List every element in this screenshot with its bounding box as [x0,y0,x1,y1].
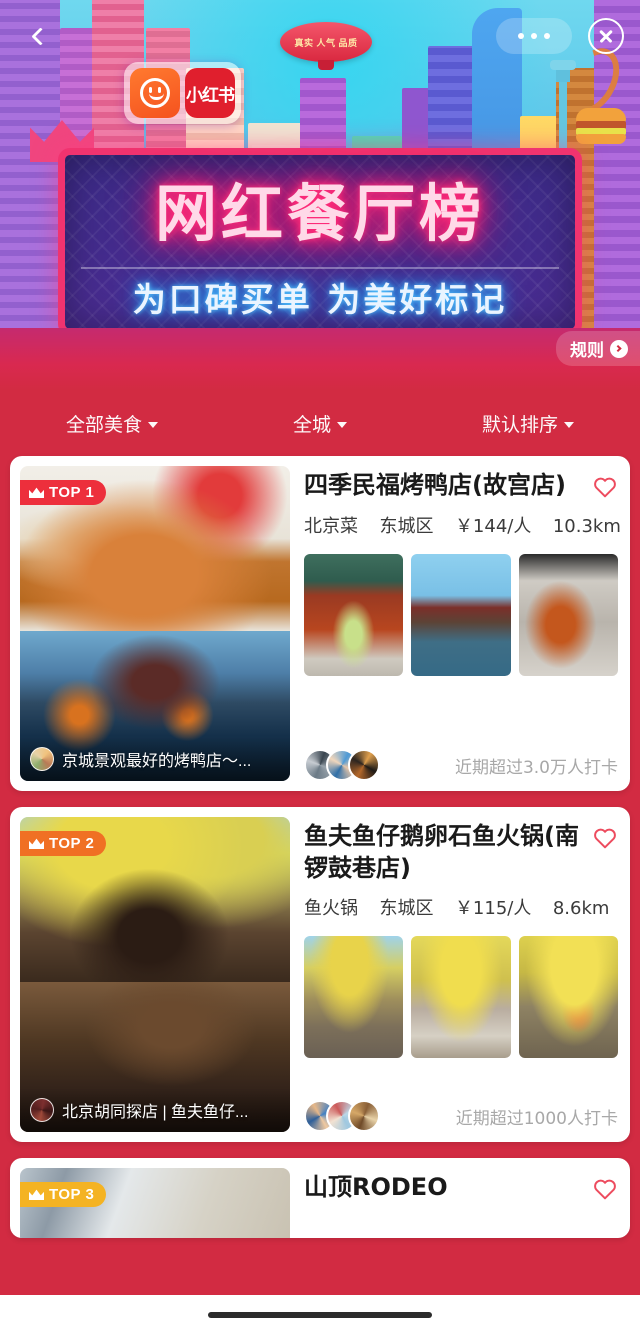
heart-outline-icon [594,1179,616,1200]
burger-icon [576,108,626,144]
brand-name-badge: 小红书 [185,68,235,118]
brand-logo: 小红书 [124,62,241,124]
card-details: 鱼夫鱼仔鹅卵石鱼火锅(南锣鼓巷店) 鱼火锅 东城区 ￥115/人 8.6km 近… [290,807,630,1142]
checkin-count: 近期超过1000人打卡 [455,1108,618,1129]
filter-sort-label: 默认排序 [481,414,558,436]
blimp-icon: 真实 人气 品质 [280,22,372,70]
back-button[interactable] [22,18,58,54]
shop-price: ￥115/人 [454,898,532,920]
restaurant-card[interactable]: TOP 2 北京胡同探店 | 鱼夫鱼仔... 鱼夫鱼仔鹅卵石鱼火锅(南锣鼓巷店) [10,807,630,1142]
rank-badge: TOP 1 [20,480,107,505]
more-dots-icon [531,33,537,39]
tower-icon [548,60,578,156]
rules-label: 规则 [570,341,604,360]
thumbnail-strip [304,936,618,1059]
avatar [30,1098,54,1122]
neon-sign: 网红餐厅榜 为口碑买单 为美好标记 [58,148,582,336]
chevron-right-circle-icon [610,339,628,358]
banner-title: 网红餐厅榜 [154,177,485,250]
thumbnail[interactable] [304,936,404,1059]
rank-badge-label: TOP 3 [49,1186,95,1203]
card-photos[interactable]: TOP 1 京城景观最好的烤鸭店～... [10,456,290,791]
caret-down-icon [148,421,158,428]
more-dots-icon [544,33,550,39]
thumbnail[interactable] [304,553,404,676]
card-photos[interactable]: TOP 3 [10,1158,290,1238]
filter-category-label: 全部美食 [65,414,142,436]
banner-subtitle: 为口碑买单 为美好标记 [132,280,508,319]
rank-badge: TOP 2 [20,831,107,856]
filter-bar: 全部美食 全城 默认排序 [0,390,640,456]
restaurant-list: TOP 1 京城景观最好的烤鸭店～... 四季民福烤鸭店(故宫店) 北京菜 东城… [0,456,640,1238]
shop-name: 山顶RODEO [304,1173,448,1201]
avatar [348,1100,380,1132]
avatar [348,749,380,781]
crown-icon [29,1189,44,1200]
thumbnail[interactable] [411,553,511,676]
visitor-avatars [304,749,380,781]
filter-category[interactable]: 全部美食 [8,410,216,437]
scenery-photo: 北京胡同探店 | 鱼夫鱼仔... [20,982,290,1132]
filter-location-label: 全城 [292,414,331,436]
hero-banner: 真实 人气 品质 小红书 网红餐厅榜 为口碑买单 为美好标记 规则 [0,0,640,390]
avatar [30,747,54,771]
app-screen: 真实 人气 品质 小红书 网红餐厅榜 为口碑买单 为美好标记 规则 全部美食 全… [0,0,640,1329]
shop-meta: 北京菜 东城区 ￥144/人 10.3km [304,512,621,538]
card-details: 山顶RODEO [290,1158,630,1238]
crown-icon [29,838,44,849]
filter-sort[interactable]: 默认排序 [424,410,632,437]
more-dots-icon [518,33,524,39]
brand-name: 小红书 [186,85,235,105]
favorite-button[interactable] [592,825,618,851]
rules-button[interactable]: 规则 [556,331,640,366]
scenery-photo: 京城景观最好的烤鸭店～... [20,631,290,781]
card-details: 四季民福烤鸭店(故宫店) 北京菜 东城区 ￥144/人 10.3km 近期超过3… [290,456,630,791]
shop-district: 东城区 [379,515,434,537]
close-button[interactable] [588,18,624,54]
caret-down-icon [337,421,347,428]
checkin-count: 近期超过3.0万人打卡 [454,757,618,778]
rank-badge-label: TOP 2 [49,835,95,852]
caret-down-icon [564,421,574,428]
photo-caption-text: 京城景观最好的烤鸭店～... [62,753,252,770]
more-options-button[interactable] [496,18,572,54]
photo-caption: 北京胡同探店 | 鱼夫鱼仔... [20,1088,290,1132]
thumbnail-strip [304,553,618,676]
blimp-text: 真实 人气 品质 [294,37,358,48]
shop-district: 东城区 [379,898,434,920]
thumbnail[interactable] [518,936,618,1059]
card-photos[interactable]: TOP 2 北京胡同探店 | 鱼夫鱼仔... [10,807,290,1142]
visitor-avatars [304,1100,380,1132]
filter-location[interactable]: 全城 [216,410,424,437]
card-footer: 近期超过3.0万人打卡 [304,735,618,781]
crown-icon [29,487,44,498]
shop-distance: 8.6km [552,898,610,920]
sign-divider [81,267,559,269]
xiaohongshu-smiley-icon [130,68,180,118]
restaurant-card[interactable]: TOP 3 山顶RODEO [10,1158,630,1238]
shop-name: 四季民福烤鸭店(故宫店) [304,471,566,499]
shop-cuisine: 鱼火锅 [304,898,358,920]
hero-floor [0,328,640,390]
thumbnail[interactable] [518,553,618,676]
shop-distance: 10.3km [552,515,621,537]
rank-badge: TOP 3 [20,1182,107,1207]
heart-outline-icon [594,477,616,498]
heart-outline-icon [594,828,616,849]
thumbnail[interactable] [411,936,511,1059]
shop-price: ￥144/人 [454,515,532,537]
photo-caption-text: 北京胡同探店 | 鱼夫鱼仔... [62,1104,249,1121]
favorite-button[interactable] [592,474,618,500]
shop-meta: 鱼火锅 东城区 ￥115/人 8.6km [304,894,618,920]
chevron-left-icon [30,26,50,46]
photo-caption: 京城景观最好的烤鸭店～... [20,737,290,781]
home-indicator-bar[interactable] [208,1312,432,1318]
favorite-button[interactable] [592,1176,618,1202]
system-home-area [0,1295,640,1329]
shop-cuisine: 北京菜 [304,515,358,537]
restaurant-card[interactable]: TOP 1 京城景观最好的烤鸭店～... 四季民福烤鸭店(故宫店) 北京菜 东城… [10,456,630,791]
card-footer: 近期超过1000人打卡 [304,1086,618,1132]
shop-name: 鱼夫鱼仔鹅卵石鱼火锅(南锣鼓巷店) [304,822,579,882]
rank-badge-label: TOP 1 [49,484,95,501]
